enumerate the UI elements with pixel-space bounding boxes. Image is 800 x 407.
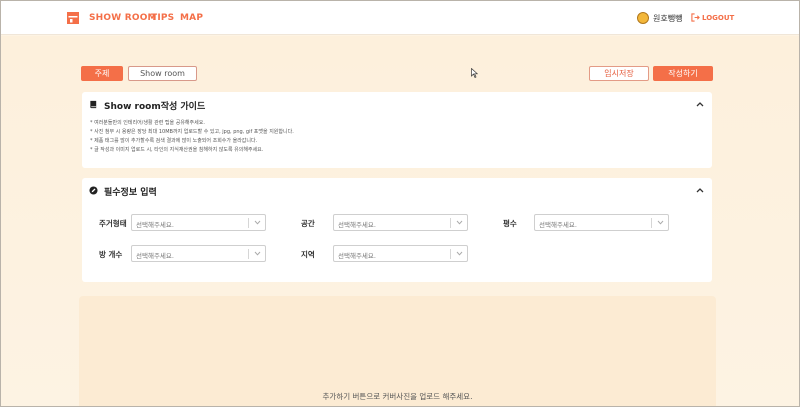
tab-show-room[interactable]: Show room [128,66,197,81]
cover-upload-area[interactable]: 추가하기 버튼으로 커버사진을 업로드 해주세요. [79,296,716,407]
guide-card: Show room작성 가이드 * 여러분들만의 인테리어/생활 관련 팁을 공… [82,92,712,168]
mouse-cursor-icon [471,68,478,78]
chevron-up-icon[interactable] [696,187,704,193]
rooms-placeholder: 선택해주세요. [136,252,174,260]
logout-icon[interactable] [691,13,700,22]
area-placeholder: 선택해주세요. [539,221,577,229]
area-select[interactable]: 선택해주세요. [534,214,669,231]
temp-save-button[interactable]: 임시저장 [589,66,649,81]
chevron-down-icon [456,251,463,256]
select-separator [248,218,249,228]
avatar[interactable] [637,12,649,24]
select-separator [450,218,451,228]
tab-topic[interactable]: 주제 [81,66,123,81]
nav-map[interactable]: MAP [180,13,203,23]
chevron-down-icon [254,251,261,256]
select-separator [651,218,652,228]
area-label: 평수 [503,219,517,228]
chevron-up-icon[interactable] [696,101,704,107]
guide-list: * 여러분들만의 인테리어/생활 관련 팁을 공유해주세요. * 사진 첨부 시… [90,119,294,155]
required-title: 필수정보 입력 [104,188,157,198]
house-logo-icon[interactable] [67,12,79,24]
guide-item: * 글 작성과 이미지 업로드 시, 타인의 지식재산권을 침해하지 않도록 유… [90,147,264,153]
housing-type-placeholder: 선택해주세요. [136,221,174,229]
guide-title: Show room작성 가이드 [104,102,206,112]
chevron-down-icon [254,220,261,225]
chevron-down-icon [456,220,463,225]
region-select[interactable]: 선택해주세요. [333,245,468,262]
region-placeholder: 선택해주세요. [338,252,376,260]
write-button[interactable]: 작성하기 [653,66,713,81]
required-info-card: 필수정보 입력 주거형태 선택해주세요. 공간 선택해주세요. 평수 선택해주세… [82,178,712,282]
rooms-select[interactable]: 선택해주세요. [131,245,266,262]
rooms-label: 방 개수 [99,250,123,259]
guide-item: * 사진 첨부 시 용량은 장당 최대 10MB까지 업로드할 수 있고, jp… [90,129,294,135]
housing-type-select[interactable]: 선택해주세요. [131,214,266,231]
space-label: 공간 [301,219,315,228]
nav-show-room[interactable]: SHOW ROOM [89,13,157,23]
guide-item: * 제품 태그를 많이 추가할수록 검색 결과에 많이 노출되어 조회수가 올라… [90,138,258,144]
chevron-down-icon [657,220,664,225]
housing-type-label: 주거형태 [99,219,127,228]
upload-hint: 추가하기 버튼으로 커버사진을 업로드 해주세요. [322,392,473,401]
region-label: 지역 [301,250,315,259]
select-separator [450,249,451,259]
book-icon [90,100,97,109]
top-header: SHOW ROOM TIPS MAP 원호뺑뺑 LOGOUT [1,1,799,35]
space-placeholder: 선택해주세요. [338,221,376,229]
logout-button[interactable]: LOGOUT [702,14,734,22]
guide-item: * 여러분들만의 인테리어/생활 관련 팁을 공유해주세요. [90,120,205,126]
select-separator [248,249,249,259]
nav-tips[interactable]: TIPS [151,13,174,23]
pencil-icon [89,186,98,195]
space-select[interactable]: 선택해주세요. [333,214,468,231]
username[interactable]: 원호뺑뺑 [653,13,682,24]
